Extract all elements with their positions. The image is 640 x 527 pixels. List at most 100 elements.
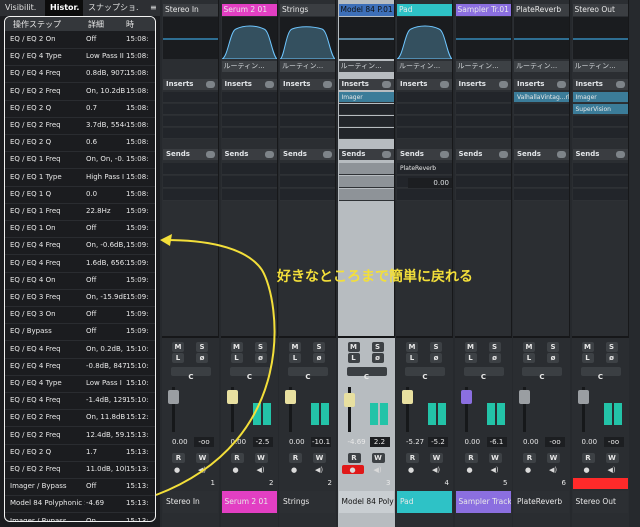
listen-button[interactable]: L (230, 353, 243, 363)
insert-slot[interactable] (514, 104, 569, 115)
fader-handle[interactable] (519, 390, 530, 404)
peak-value[interactable]: -6.1 (486, 437, 507, 447)
speaker-icon[interactable]: ◀) (198, 466, 206, 474)
history-row[interactable]: Model 84 Polyphonic Sy -4.69 15:13: (5, 495, 155, 512)
tab-visibility[interactable]: Visibilit. (0, 0, 45, 16)
listen-button[interactable]: L (464, 353, 477, 363)
insert-slot[interactable] (514, 128, 569, 139)
insert-slot[interactable] (338, 104, 394, 115)
send-slot[interactable] (572, 163, 628, 175)
insert-slot[interactable] (221, 116, 277, 127)
inserts-header[interactable]: Inserts (338, 79, 394, 90)
phase-button[interactable]: ø (430, 353, 442, 363)
routing-field[interactable]: ルーティン... (338, 61, 394, 72)
listen-button[interactable]: L (172, 353, 184, 363)
history-row[interactable]: EQ / EQ 2 Freq On, 11.8dB 15:12: (5, 409, 155, 426)
inserts-header[interactable]: Inserts (397, 79, 452, 90)
power-icon[interactable] (557, 151, 566, 158)
write-button[interactable]: W (547, 453, 560, 463)
solo-button[interactable]: S (196, 342, 208, 352)
send-slot[interactable] (163, 189, 218, 201)
write-button[interactable]: W (371, 453, 385, 463)
insert-slot[interactable] (338, 128, 394, 139)
history-row[interactable]: EQ / EQ 4 Freq 1.6dB, 6561 15:09: (5, 255, 155, 272)
eq-curve[interactable] (455, 17, 511, 59)
routing-field[interactable]: ルーティン... (572, 61, 628, 72)
power-icon[interactable] (440, 151, 449, 158)
history-row[interactable]: EQ / EQ 4 Freq -0.8dB, 847 15:10: (5, 358, 155, 375)
insert-slot[interactable]: Imager (572, 92, 628, 103)
inserts-header[interactable]: Inserts (280, 79, 335, 90)
inserts-header[interactable]: Inserts (163, 79, 218, 90)
send-slot[interactable]: PlateReverb (397, 163, 452, 175)
insert-slot[interactable]: ValhallaVintag...rb (514, 92, 569, 103)
insert-slot[interactable] (455, 104, 511, 115)
write-button[interactable]: W (313, 453, 326, 463)
insert-slot[interactable] (280, 92, 335, 103)
channel-name[interactable]: Stereo Out (572, 4, 628, 16)
monitor-icon[interactable]: ● (584, 466, 590, 474)
fader-handle[interactable] (460, 390, 472, 404)
channel-name[interactable]: Strings (280, 4, 335, 16)
speaker-icon[interactable]: ◀) (315, 466, 323, 474)
insert-slot[interactable] (455, 116, 511, 127)
channel-label[interactable]: Pad (397, 491, 452, 513)
speaker-icon[interactable]: ◀) (608, 466, 616, 474)
insert-slot[interactable] (397, 104, 452, 115)
channel-label[interactable]: Stereo Out (572, 491, 628, 513)
solo-button[interactable]: S (605, 342, 618, 352)
routing-field[interactable]: ルーティン... (397, 61, 452, 72)
read-button[interactable]: R (406, 453, 419, 463)
history-row[interactable]: EQ / EQ 2 Freq On, 10.2dB 15:08: (5, 83, 155, 100)
phase-button[interactable]: ø (547, 353, 559, 363)
mute-button[interactable]: M (406, 342, 418, 352)
fader-handle[interactable] (168, 390, 179, 404)
power-icon[interactable] (557, 81, 566, 88)
history-row[interactable]: EQ / EQ 4 Freq -1.4dB, 129 15:10: (5, 392, 155, 409)
send-slot[interactable] (572, 176, 628, 188)
mute-button[interactable]: M (523, 342, 535, 352)
eq-curve[interactable] (163, 17, 218, 59)
history-row[interactable]: EQ / EQ 2 On Off 15:08: (5, 31, 155, 48)
solo-button[interactable]: S (430, 342, 442, 352)
solo-button[interactable]: S (313, 342, 325, 352)
history-row[interactable]: EQ / EQ 4 On Off 15:09: (5, 272, 155, 289)
routing-field[interactable]: ルーティン... (280, 61, 335, 72)
history-row[interactable]: EQ / EQ 3 On Off 15:09: (5, 306, 155, 323)
eq-curve[interactable] (338, 17, 394, 59)
sends-header[interactable]: Sends (455, 149, 511, 160)
send-slot[interactable] (514, 189, 569, 201)
monitor-icon[interactable]: ● (233, 466, 239, 474)
insert-slot[interactable] (397, 128, 452, 139)
eq-curve[interactable] (280, 17, 335, 59)
speaker-icon[interactable]: ◀) (374, 466, 382, 474)
speaker-icon[interactable]: ◀) (491, 466, 499, 474)
fader-handle[interactable] (402, 390, 413, 404)
read-button[interactable]: R (523, 453, 536, 463)
power-icon[interactable] (440, 81, 449, 88)
power-icon[interactable] (206, 81, 215, 88)
insert-slot[interactable] (280, 128, 335, 139)
insert-slot[interactable] (163, 116, 218, 127)
peak-value[interactable]: -oo (545, 437, 565, 447)
channel-name[interactable]: Model 84 P.01 (338, 4, 394, 16)
power-icon[interactable] (615, 81, 625, 88)
power-icon[interactable] (264, 151, 274, 158)
volume-value[interactable]: -4.69 (348, 438, 366, 446)
history-row[interactable]: Imager / Bypass On 15:13: (5, 513, 155, 521)
history-row[interactable]: EQ / EQ 1 Freq On, On, -0. 15:08: (5, 151, 155, 168)
mute-button[interactable]: M (289, 342, 301, 352)
volume-value[interactable]: 0.00 (465, 438, 481, 446)
peak-value[interactable]: -2.5 (252, 437, 273, 447)
history-row[interactable]: Imager / Bypass Off 15:13: (5, 478, 155, 495)
mute-button[interactable]: M (347, 342, 360, 352)
fader-handle[interactable] (577, 390, 589, 404)
inserts-header[interactable]: Inserts (221, 79, 277, 90)
power-icon[interactable] (381, 81, 391, 88)
insert-slot[interactable] (455, 128, 511, 139)
history-row[interactable]: EQ / EQ 4 Type Low Pass II 15:08: (5, 48, 155, 65)
solo-button[interactable]: S (371, 342, 384, 352)
insert-slot[interactable] (397, 116, 452, 127)
send-level[interactable]: 0.00 (408, 178, 452, 188)
monitor-icon[interactable]: ● (525, 466, 531, 474)
